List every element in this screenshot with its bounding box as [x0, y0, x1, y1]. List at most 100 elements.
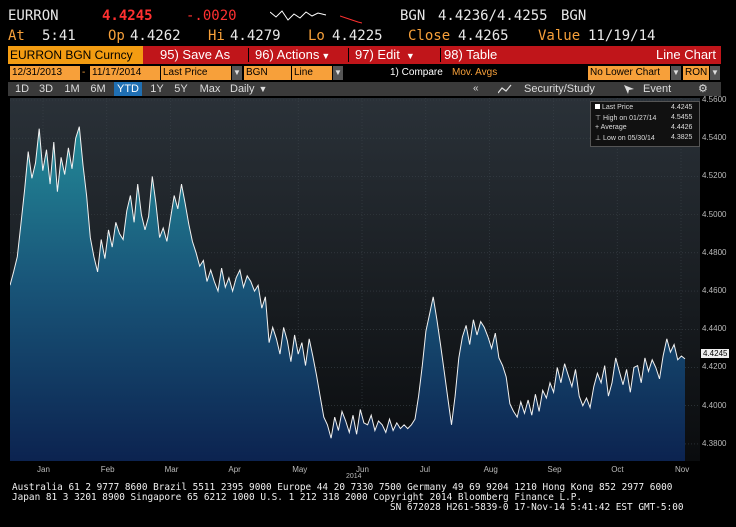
close-value: 4.4265 [458, 28, 509, 44]
y-tick-label: 4.4200 [702, 362, 727, 372]
range-5y[interactable]: 5Y [171, 82, 191, 96]
security-title[interactable]: EURRON BGN Curncy [8, 46, 143, 64]
y-tick-label: 4.4600 [702, 286, 727, 296]
date-range-dash: - [82, 67, 86, 78]
table-button[interactable]: 98) Table [444, 46, 497, 64]
y-tick-label: 4.5400 [702, 133, 727, 143]
lower-chart-dropdown-icon[interactable]: ▼ [671, 66, 681, 80]
legend-average-row: + Average [595, 124, 627, 131]
chart-type-label: Line Chart [656, 47, 716, 62]
mov-avgs-button[interactable]: Mov. Avgs [452, 66, 497, 80]
field-dropdown-icon[interactable]: ▼ [232, 66, 242, 80]
range-max[interactable]: Max [197, 82, 223, 96]
end-date-field[interactable]: 11/17/2014 [90, 66, 160, 80]
gear-icon[interactable]: ⚙ [698, 82, 708, 96]
unit-dropdown-icon[interactable]: ▼ [710, 66, 720, 80]
toolbar-divider [440, 48, 441, 62]
at-label: At [8, 28, 25, 44]
chevron-down-icon: ▼ [258, 84, 268, 94]
x-tick-label: Jul [419, 465, 431, 474]
actions-label: 96) Actions [255, 47, 320, 62]
legend-swatch [595, 104, 600, 109]
x-tick-label: Jan [37, 465, 50, 474]
security-study-button[interactable]: Security/Study [524, 82, 595, 96]
open-label: Op [108, 28, 125, 44]
function-toolbar: EURRON BGN Curncy 95) Save As 96) Action… [8, 46, 721, 64]
x-tick-label: May [292, 465, 308, 474]
legend-average-value: 4.4426 [671, 124, 693, 131]
start-date-field[interactable]: 12/31/2013 [10, 66, 80, 80]
legend-low-row: ⊥ Low on 05/30/14 [595, 134, 655, 142]
save-as-button[interactable]: 95) Save As [160, 46, 230, 64]
legend-low-marker: ⊥ [595, 135, 604, 142]
legend-last-label: Last Price [602, 104, 634, 111]
legend-low-value: 4.3825 [671, 134, 693, 141]
legend-last-value: 4.4245 [671, 104, 693, 111]
tick-chart-icon [340, 15, 362, 24]
style-select[interactable]: Line [292, 66, 332, 80]
y-tick-label: 4.5600 [702, 95, 727, 104]
chart-controls-row: 12/31/2013 - 11/17/2014 Last Price ▼ BGN… [8, 66, 721, 80]
range-3d[interactable]: 3D [36, 82, 56, 96]
legend-high-marker: ⊤ [595, 115, 604, 122]
y-tick-label: 4.4800 [702, 247, 727, 257]
open-value: 4.4262 [130, 28, 181, 44]
range-bar: 1D 3D 1M 6M YTD 1Y 5Y Max Daily ▼ « Secur… [8, 82, 721, 96]
event-button[interactable]: Event [643, 82, 671, 96]
legend-high-value: 4.5455 [671, 114, 693, 121]
high-value: 4.4279 [230, 28, 281, 44]
collapse-icon[interactable]: « [473, 82, 479, 96]
bid-ask-ccy-2: BGN [561, 8, 587, 24]
range-1y[interactable]: 1Y [148, 82, 166, 96]
range-6m[interactable]: 6M [88, 82, 108, 96]
edit-label: 97) Edit [355, 47, 400, 62]
high-label: Hi [208, 28, 225, 44]
bid-ask: 4.4236/4.4255 [438, 8, 548, 24]
currency-select[interactable]: BGN [244, 66, 291, 80]
legend-low-label: Low on 05/30/14 [603, 135, 655, 142]
range-ytd[interactable]: YTD [114, 82, 142, 96]
period-select[interactable]: Daily ▼ [230, 82, 267, 96]
edit-menu-button[interactable]: 97) Edit ▼ [355, 46, 415, 64]
chart-legend: Last Price 4.4245 ⊤ High on 01/27/14 4.5… [590, 101, 700, 147]
toolbar-divider [348, 48, 349, 62]
pointer-icon [624, 85, 634, 94]
x-tick-label: Nov [675, 465, 690, 474]
y-tick-label: 4.5000 [702, 209, 727, 219]
footer-session: SN 672028 H261-5839-0 17-Nov-14 5:41:42 … [390, 502, 684, 513]
bid-ask-ccy: BGN [400, 8, 426, 24]
actions-menu-button[interactable]: 96) Actions ▼ [255, 46, 330, 64]
last-price: 4.4245 [102, 8, 153, 24]
close-label: Close [408, 28, 451, 44]
chevron-down-icon: ▼ [321, 51, 331, 61]
field-select[interactable]: Last Price [161, 66, 231, 80]
chevron-down-icon: ▼ [405, 51, 415, 61]
legend-last-row: Last Price [595, 104, 633, 111]
compare-button[interactable]: 1) Compare [390, 66, 443, 80]
unit-select[interactable]: RON [683, 66, 709, 80]
y-tick-label: 4.4400 [702, 324, 727, 334]
period-label: Daily [230, 83, 255, 95]
ticker: EURRON [8, 8, 59, 24]
line-chart-icon [498, 84, 512, 94]
y-tick-label: 4.4000 [702, 400, 727, 410]
low-label: Lo [308, 28, 325, 44]
value-label: Value [538, 28, 581, 44]
at-time: 5:41 [42, 28, 76, 44]
range-1d[interactable]: 1D [12, 82, 32, 96]
style-dropdown-icon[interactable]: ▼ [333, 66, 343, 80]
x-tick-label: Aug [483, 465, 498, 474]
net-change: -.0020 [186, 8, 237, 24]
price-chart[interactable] [10, 98, 700, 461]
y-tick-label: 4.3800 [702, 438, 727, 448]
range-1m[interactable]: 1M [62, 82, 82, 96]
toolbar-divider [248, 48, 249, 62]
low-value: 4.4225 [332, 28, 383, 44]
value-date: 11/19/14 [588, 28, 656, 44]
x-tick-label: Oct [611, 465, 624, 474]
lower-chart-select[interactable]: No Lower Chart [588, 66, 670, 80]
legend-high-label: High on 01/27/14 [603, 115, 657, 122]
last-price-marker: 4.4245 [701, 349, 730, 358]
x-tick-label: Mar [164, 465, 179, 474]
sparkline-icon [270, 10, 327, 21]
